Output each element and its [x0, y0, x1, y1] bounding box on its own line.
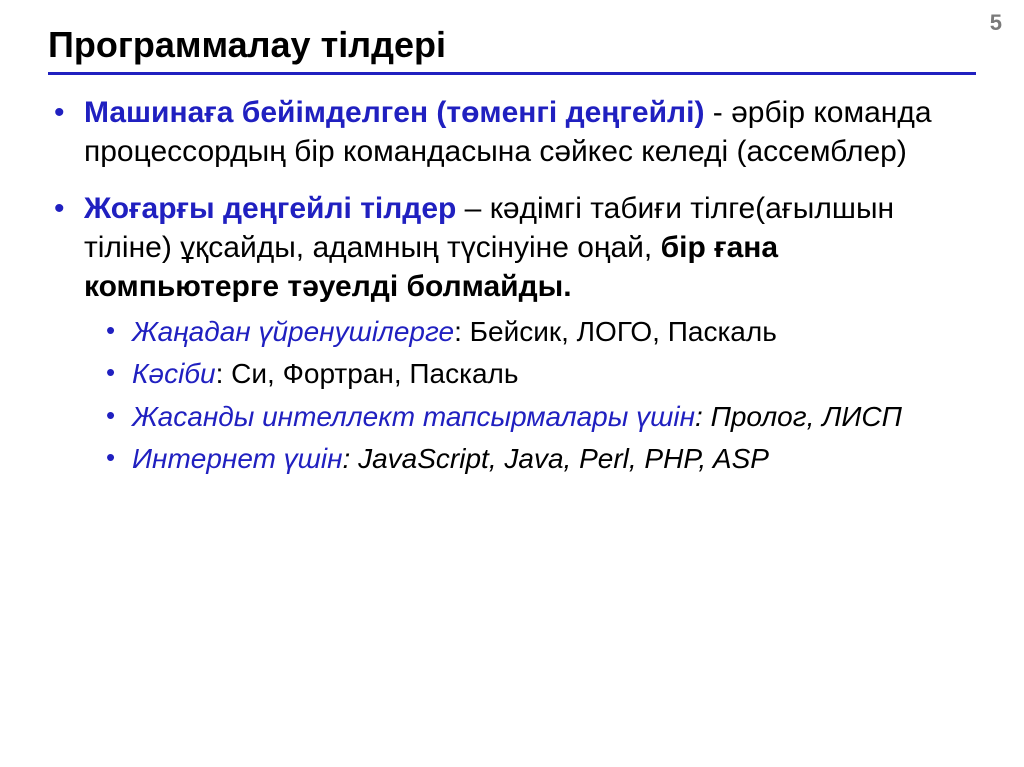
divider: [48, 72, 976, 75]
bullet-list: Машинаға бейімделген (төменгі деңгейлі) …: [48, 93, 976, 478]
sub-1-lead: Жаңадан үйренушілерге: [132, 316, 454, 347]
slide-title: Программалау тілдері: [48, 24, 976, 66]
sub-2-rest: : Си, Фортран, Паскаль: [216, 358, 519, 389]
bullet-1-lead: Машинаға бейімделген (төменгі деңгейлі): [84, 96, 704, 129]
sub-2-lead: Кәсіби: [132, 358, 216, 389]
sub-item-2: Кәсіби: Си, Фортран, Паскаль: [132, 356, 976, 392]
sub-1-rest: : Бейсик, ЛОГО, Паскаль: [454, 316, 777, 347]
bullet-item-1: Машинаға бейімделген (төменгі деңгейлі) …: [84, 93, 976, 171]
page-number: 5: [990, 10, 1002, 36]
slide: 5 Программалау тілдері Машинаға бейімдел…: [0, 0, 1024, 767]
sub-bullet-list: Жаңадан үйренушілерге: Бейсик, ЛОГО, Пас…: [84, 314, 976, 478]
sub-item-3: Жасанды интеллект тапсырмалары үшін: Про…: [132, 399, 976, 435]
sub-3-lead: Жасанды интеллект тапсырмалары үшін: [132, 401, 695, 432]
sub-4-lead: Интернет үшін: [132, 443, 343, 474]
bullet-item-2: Жоғарғы деңгейлі тілдер – кәдімгі табиғи…: [84, 189, 976, 478]
sub-item-1: Жаңадан үйренушілерге: Бейсик, ЛОГО, Пас…: [132, 314, 976, 350]
sub-3-rest: : Пролог, ЛИСП: [695, 401, 902, 432]
sub-item-4: Интернет үшін: JavaScript, Java, Perl, P…: [132, 441, 976, 477]
bullet-2-lead: Жоғарғы деңгейлі тілдер: [84, 192, 456, 225]
sub-4-rest: : JavaScript, Java, Perl, PHP, ASP: [343, 443, 769, 474]
